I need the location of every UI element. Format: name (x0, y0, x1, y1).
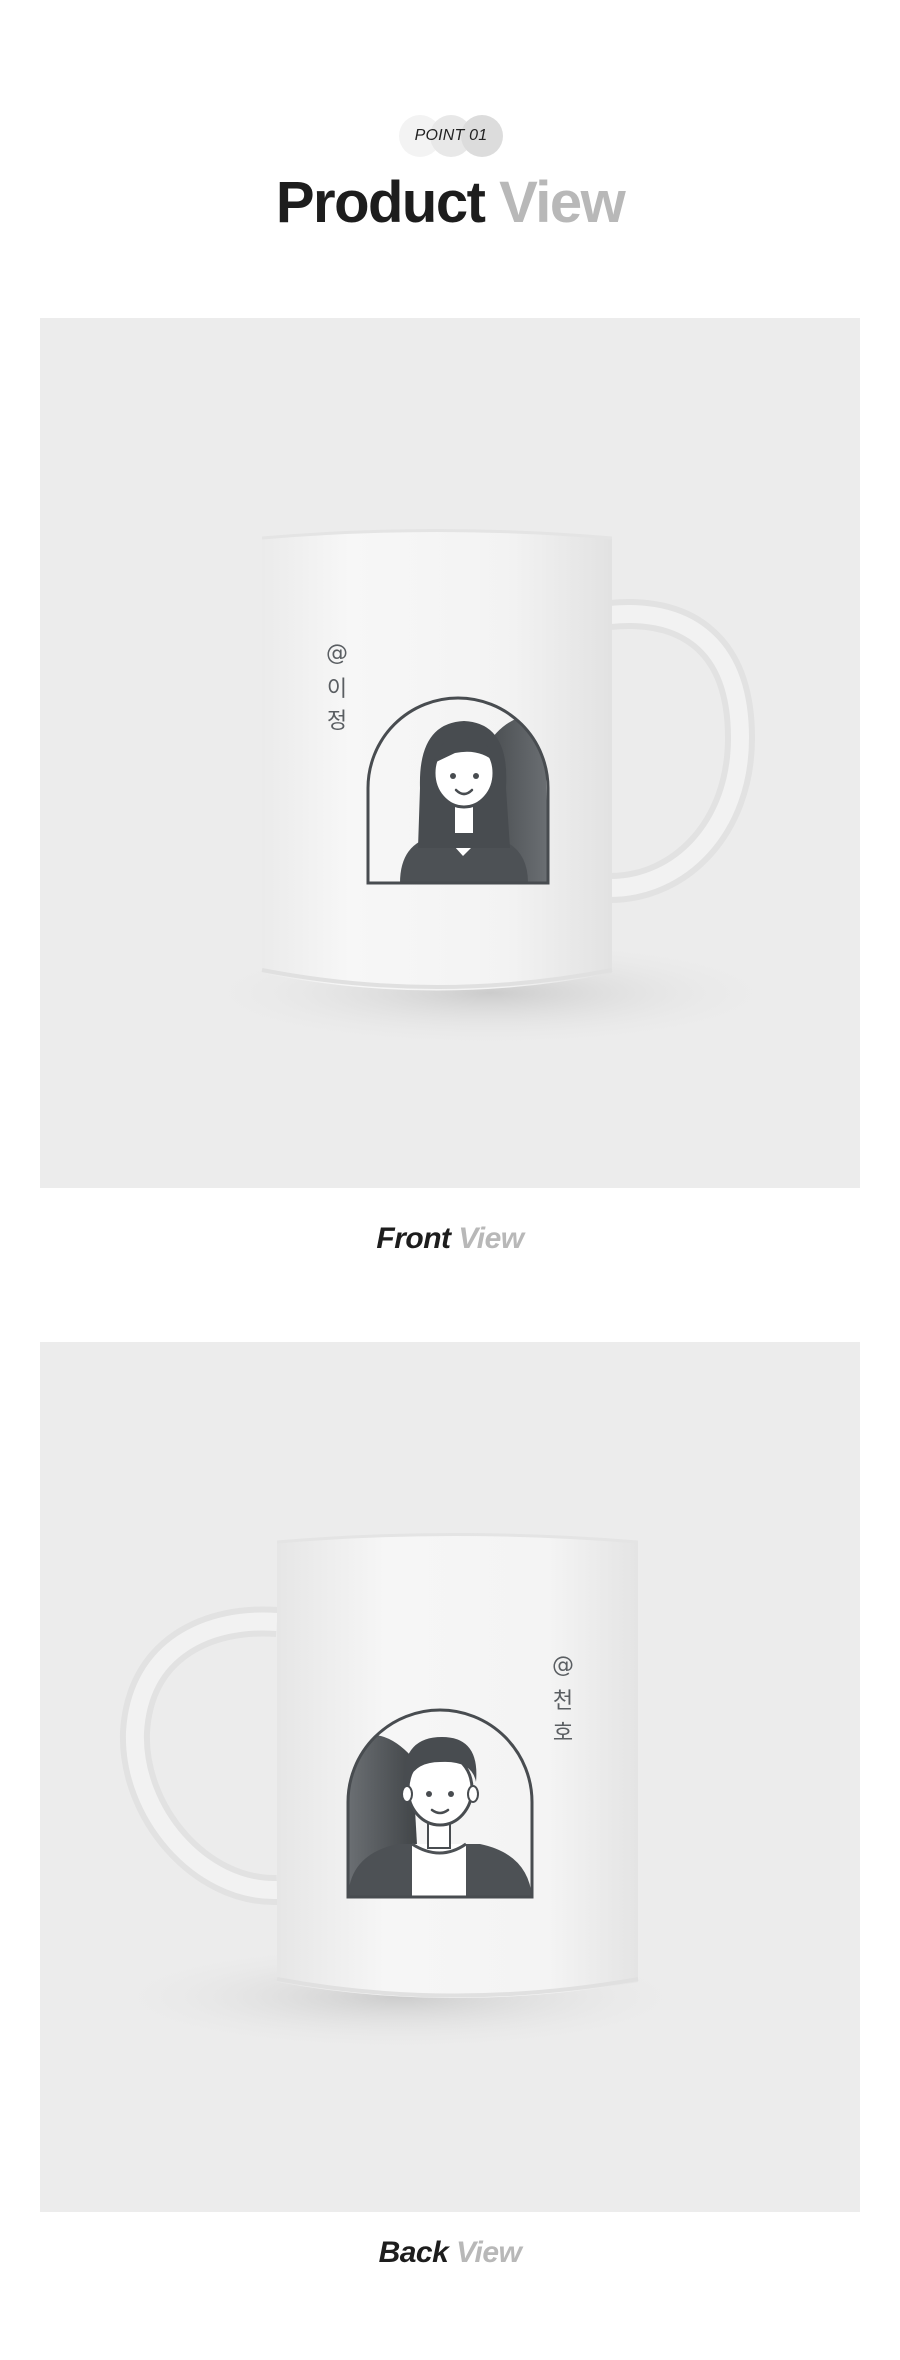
handle-at-text: @ (552, 1653, 574, 1678)
front-view-caption: Front View (0, 1222, 900, 1256)
back-mug-illustration: @ 천 호 (100, 1533, 700, 2052)
handle-name-char: 이 (327, 677, 347, 702)
back-view-image: @ 천 호 (40, 1342, 860, 2212)
title-light: View (499, 170, 626, 235)
page-title: Product View (0, 168, 900, 238)
caption-dark: Back (378, 2236, 449, 2269)
handle-name-char: 정 (327, 709, 347, 734)
badge-label: POINT 01 (414, 127, 488, 144)
front-view-image: @ 이 정 (40, 318, 860, 1188)
front-mug-illustration: @ 이 정 (190, 529, 790, 1048)
title-dark: Product (275, 170, 486, 235)
handle-at-text: @ (326, 641, 348, 666)
caption-light: View (456, 2236, 522, 2269)
caption-light: View (458, 1222, 524, 1255)
handle-name-char: 호 (553, 1721, 573, 1746)
handle-name-char: 천 (553, 1689, 573, 1714)
back-view-caption: Back View (0, 2236, 900, 2270)
point-badge: POINT 01 (399, 115, 503, 157)
caption-dark: Front (376, 1222, 451, 1255)
